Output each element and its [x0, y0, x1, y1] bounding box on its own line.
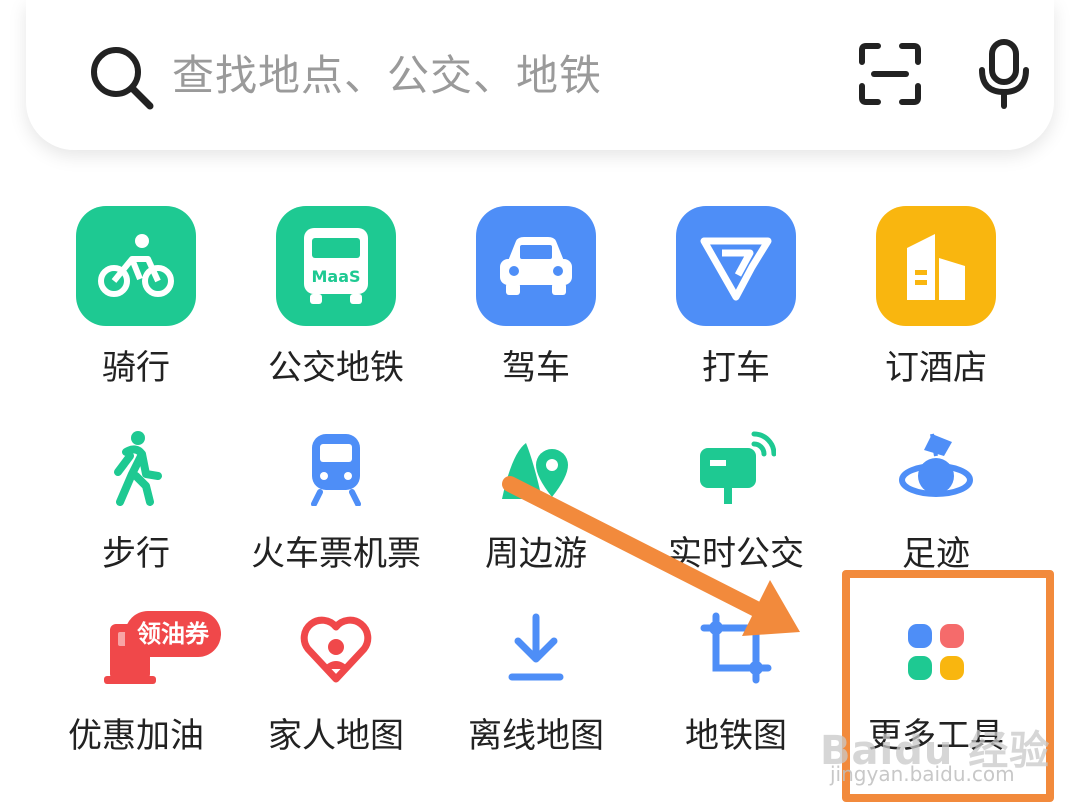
search-bar[interactable]: 查找地点、公交、地铁 — [26, 0, 1054, 150]
tools-panel: 查找地点、公交、地铁 骑行 MaaS 公交地铁 驾车 打车 订酒店 步行 火车票… — [0, 0, 1080, 809]
tool-label: 订酒店 — [885, 348, 987, 388]
bus-icon: MaaS — [276, 206, 396, 326]
car-icon — [476, 206, 596, 326]
family-map-icon — [296, 608, 376, 688]
download-icon — [496, 608, 576, 688]
footprint-icon — [896, 428, 976, 508]
hotel-icon — [876, 206, 996, 326]
bike-icon — [76, 206, 196, 326]
watermark-url: jingyan.baidu.com — [830, 762, 1015, 786]
walk-icon — [96, 428, 176, 508]
subway-map-icon — [696, 608, 776, 688]
train-icon — [296, 428, 376, 508]
search-input[interactable]: 查找地点、公交、地铁 — [172, 40, 602, 112]
bus-icon-text: MaaS — [311, 267, 360, 286]
scan-icon[interactable] — [858, 42, 922, 106]
realtime-bus-icon — [696, 428, 776, 508]
fuel-coupon-badge[interactable]: 领油券 — [125, 611, 221, 657]
nearby-tour-icon — [496, 428, 576, 508]
search-icon[interactable] — [86, 42, 156, 112]
tool-label: 足迹 — [902, 534, 970, 574]
mic-icon[interactable] — [976, 38, 1032, 110]
taxi-icon — [676, 206, 796, 326]
